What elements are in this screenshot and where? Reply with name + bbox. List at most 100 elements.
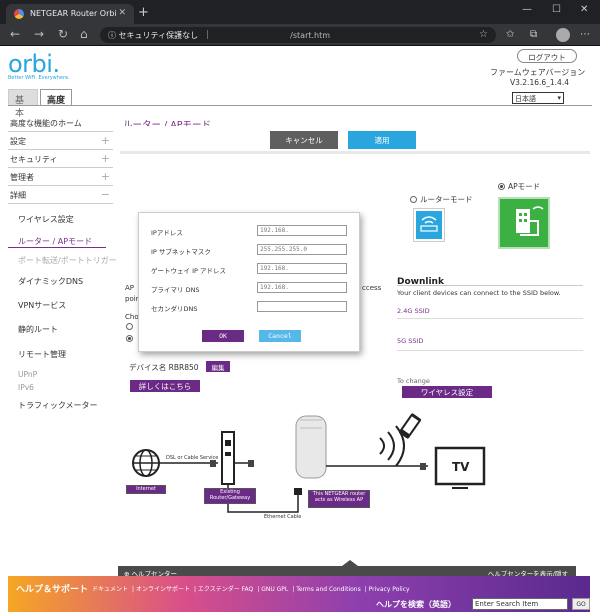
sidebar-admin-label: 管理者 [10,173,34,182]
ssid-24-label: 2.4G SSID [397,307,430,315]
device-name-label: デバイス名 [129,363,167,372]
profile-avatar[interactable] [556,28,570,42]
cancel-button[interactable]: キャンセル [270,131,338,149]
dsl-label: DSL or Cable Service [166,455,219,461]
sidebar: 高度な機能のホーム 設定 + セキュリティ + 管理者 + 詳細 − [8,114,113,204]
footer-link-privacy[interactable]: Privacy Policy [369,586,410,593]
apply-button[interactable]: 適用 [348,131,416,149]
this-router-label: This NETGEAR router acts as Wireless AP [308,490,370,508]
sidebar-item-ipv6[interactable]: IPv6 [10,383,34,392]
collections-icon[interactable]: ⧉ [530,29,537,40]
modal-ok-button[interactable]: OK [202,330,244,342]
sidebar-details-label: 詳細 [10,191,26,200]
ip-settings-modal: IPアドレス 192.168. IP サブネットマスク 255.255.255.… [138,212,360,352]
footer-link-terms[interactable]: Terms and Conditions [296,586,361,593]
help-center-notch [342,560,358,566]
footer-link-online-support[interactable]: オンラインサポート [136,586,190,593]
device-name-value: RBR850 [168,363,199,372]
footer-link-docs[interactable]: ドキュメント [92,586,128,593]
sidebar-item-admin[interactable]: 管理者 + [8,168,113,186]
modal-cancel-button[interactable]: Cancel [259,330,301,342]
bg-radio-2[interactable] [126,335,133,342]
address-bar: ← → ↻ ⌂ ⓘ セキュリティ保護なし /start.htm ☆ ✩ ⧉ ⋯ [0,24,600,46]
back-icon[interactable]: ← [10,27,20,41]
sidebar-item-port-forwarding[interactable]: ポート転送/ポートトリガー [10,255,117,266]
footer-link-gpl[interactable]: GNU GPL [261,586,288,593]
url-input[interactable]: ⓘ セキュリティ保護なし /start.htm ☆ [100,27,496,43]
collapse-icon[interactable]: − [101,188,110,201]
sidebar-item-static-route[interactable]: 静的ルート [10,324,58,335]
omnibox-divider [206,30,208,39]
menu-icon[interactable]: ⋯ [580,29,590,40]
ssid-5-label: 5G SSID [397,337,424,345]
sidebar-item-vpn[interactable]: VPNサービス [10,300,66,311]
favorites-icon[interactable]: ✩ [506,29,514,40]
subnet-mask-input[interactable]: 255.255.255.0 [257,244,347,255]
internet-label: Internet [126,485,166,494]
downlink-description: Your client devices can connect to the S… [397,289,561,297]
secondary-dns-input[interactable] [257,301,347,312]
tab-advanced[interactable]: 高度 [40,89,72,106]
bookmark-star-icon[interactable]: ☆ [479,29,488,40]
sidebar-item-ddns[interactable]: ダイナミックDNS [10,276,83,287]
to-change-label: To change [397,377,430,385]
sidebar-item-settings[interactable]: 設定 + [8,132,113,150]
ip-address-input[interactable]: 192.168. [257,225,347,236]
expand-icon[interactable]: + [101,170,110,183]
close-tab-icon[interactable]: ✕ [118,8,126,18]
home-icon[interactable]: ⌂ [80,27,88,41]
security-label: セキュリティ保護なし [118,31,199,40]
modal-label-secondary-dns: セカンダリDNS [151,305,198,313]
sidebar-item-wireless[interactable]: ワイヤレス設定 [10,214,74,225]
tab-basic[interactable]: 基本 [8,89,38,119]
maximize-icon[interactable]: ☐ [552,4,561,15]
edit-button[interactable]: 編集 [206,361,230,372]
browser-tabbar: NETGEAR Router Orbi ✕ + — ☐ ✕ [0,0,600,24]
existing-router-label: Existing Router/Gateway [204,488,256,504]
header-divider [8,105,592,106]
sidebar-security-label: セキュリティ [10,155,58,164]
router-mode-icon [413,208,445,242]
tv-label: TV [452,460,470,474]
active-underline [8,247,106,248]
help-search-input[interactable]: Enter Search Item [472,598,568,610]
support-links: ドキュメント | オンラインサポート | エクステンダー FAQ | GNU GPL |… [92,586,410,593]
modal-label-gateway: ゲートウェイ IP アドレス [151,267,226,275]
support-footer: ヘルプ＆サポート ドキュメント | オンラインサポート | エクステンダー FAQ |… [8,576,590,612]
more-info-button[interactable]: 詳しくはこちら [130,380,200,392]
router-mode-label: ルーターモード [420,195,473,204]
sidebar-item-details[interactable]: 詳細 − [8,186,113,204]
sidebar-item-remote-mgmt[interactable]: リモート管理 [10,349,66,360]
sidebar-item-security[interactable]: セキュリティ + [8,150,113,168]
reload-icon[interactable]: ↻ [58,27,68,41]
minimize-icon[interactable]: — [522,4,532,15]
sidebar-item-upnp[interactable]: UPnP [10,370,37,379]
expand-icon[interactable]: + [101,134,110,147]
bg-text-choose: Cho [125,313,139,321]
footer-link-faq[interactable]: エクステンダー FAQ [198,586,253,593]
forward-icon[interactable]: → [34,27,44,41]
help-search-go-button[interactable]: GO [572,598,590,610]
primary-dns-input[interactable]: 192.168. [257,282,347,293]
ssid-divider [397,350,583,351]
language-select[interactable]: 日本語 ▾ [512,92,564,104]
gateway-input[interactable]: 192.168. [257,263,347,274]
browser-tab-title: NETGEAR Router Orbi [30,9,117,18]
sidebar-item-router-ap-mode[interactable]: ルーター / APモード [10,236,92,247]
expand-icon[interactable]: + [101,152,110,165]
logout-button[interactable]: ログアウト [517,49,577,63]
firmware-label: ファームウェアバージョン [490,68,586,77]
router-mode-option[interactable]: ルーターモード [410,194,473,205]
bg-radio-1[interactable] [126,323,133,330]
device-name: デバイス名 RBR850 [129,362,199,373]
info-icon[interactable]: ⓘ [108,31,116,40]
close-window-icon[interactable]: ✕ [580,4,588,15]
new-tab-icon[interactable]: + [138,5,149,20]
wireless-settings-button[interactable]: ワイヤレス設定 [402,386,492,398]
sidebar-item-home[interactable]: 高度な機能のホーム [8,114,113,132]
browser-tab[interactable]: NETGEAR Router Orbi ✕ [6,4,134,24]
sidebar-item-traffic-meter[interactable]: トラフィックメーター [10,400,98,411]
ap-mode-radio[interactable] [498,183,505,190]
ap-mode-option[interactable]: APモード [498,181,540,192]
router-mode-radio[interactable] [410,196,417,203]
